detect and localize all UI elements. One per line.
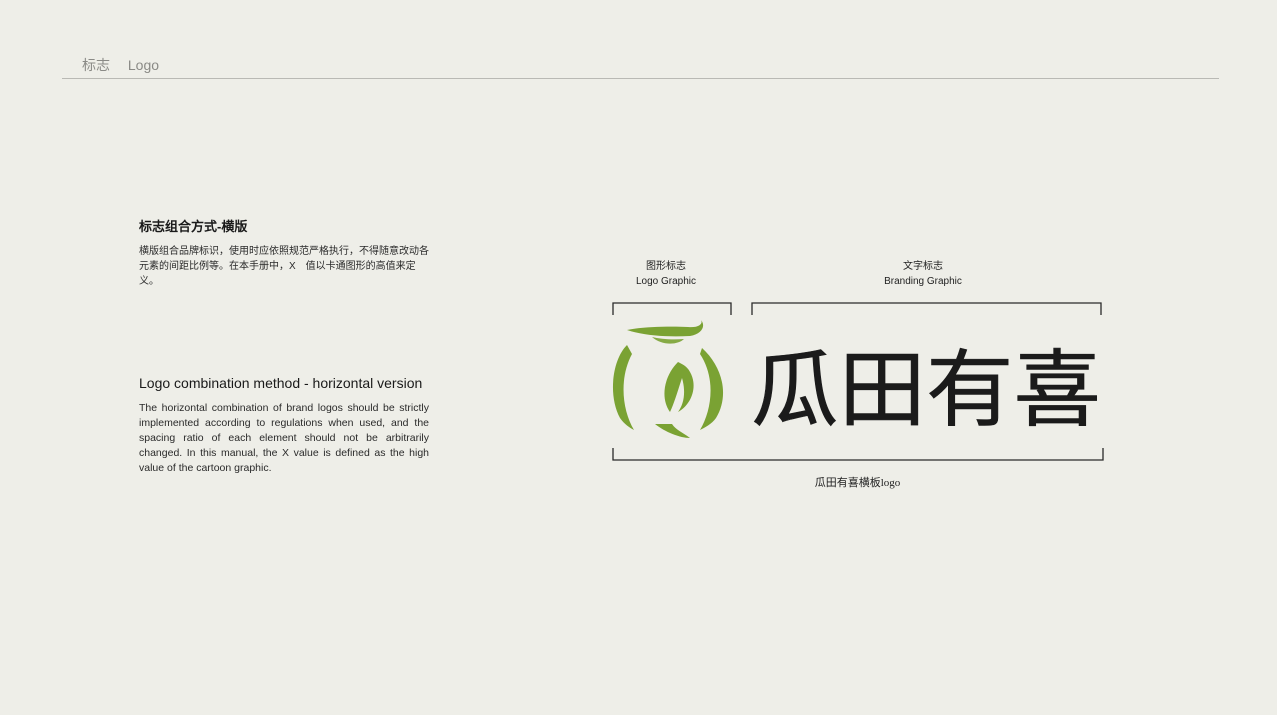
combination-desc-en: The horizontal combination of brand logo… xyxy=(139,402,429,474)
section-title-en: Logo xyxy=(127,57,160,73)
header-divider xyxy=(62,78,1219,79)
logo-diagram: 瓜田有喜 xyxy=(612,302,1104,461)
section-title-cn: 标志 xyxy=(82,57,110,73)
section-header: 标志 Logo xyxy=(82,55,173,75)
logo-graphic-label: 图形标志 Logo Graphic xyxy=(610,259,722,289)
combination-desc-cn: 横版组合品牌标识，使用时应依照规范严格执行，不得随意改动各元素的间距比例等。在本… xyxy=(139,246,429,287)
logo-emblem-icon xyxy=(612,320,724,438)
combination-title-cn: 标志组合方式-横版 xyxy=(139,219,248,234)
branding-graphic-label-cn: 文字标志 xyxy=(903,261,943,272)
branding-graphic-label: 文字标志 Branding Graphic xyxy=(860,259,986,289)
graphic-bracket xyxy=(612,302,732,315)
logo-graphic-label-en: Logo Graphic xyxy=(635,276,697,287)
combination-title-en: Logo combination method - horizontal ver… xyxy=(139,375,423,391)
branding-bracket xyxy=(751,302,1102,315)
logo-graphic-label-cn: 图形标志 xyxy=(646,261,686,272)
wordmark-text: 瓜田有喜 xyxy=(751,341,1101,439)
full-width-bracket xyxy=(612,448,1104,461)
logo-caption: 瓜田有喜横板logo xyxy=(814,477,901,489)
branding-graphic-label-en: Branding Graphic xyxy=(884,276,962,287)
